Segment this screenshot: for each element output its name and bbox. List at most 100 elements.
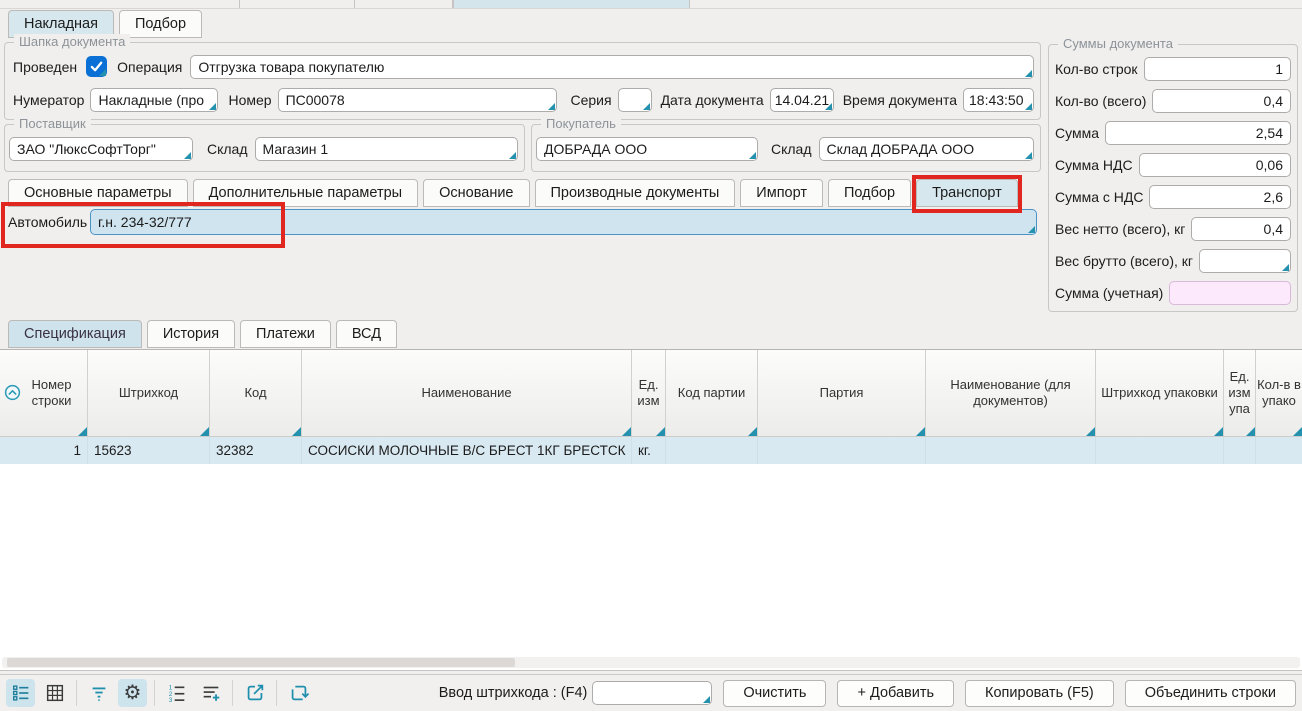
- cell-name: СОСИСКИ МОЛОЧНЫЕ В/С БРЕСТ 1КГ БРЕСТСК: [302, 437, 632, 464]
- supplier-group: Поставщик ЗАО "ЛюксСофтТорг" Склад Магаз…: [4, 124, 525, 172]
- cell-pack-barcode: [1096, 437, 1224, 464]
- sum-with-vat-label: Сумма с НДС: [1055, 189, 1143, 205]
- tab-dopolnitelnye-parametry[interactable]: Дополнительные параметры: [193, 179, 419, 207]
- gross-weight-field[interactable]: [1199, 249, 1291, 273]
- col-doc-name[interactable]: Наименование (для документов): [926, 350, 1096, 436]
- car-input[interactable]: г.н. 234-32/777: [90, 209, 1037, 235]
- tab-podbor-params[interactable]: Подбор: [828, 179, 911, 207]
- open-external-icon-button[interactable]: [240, 679, 269, 707]
- buyer-sklad-input[interactable]: Склад ДОБРАДА ООО: [819, 137, 1034, 161]
- cell-unit: кг.: [632, 437, 666, 464]
- operation-label: Операция: [117, 59, 182, 75]
- tab-transport[interactable]: Транспорт: [916, 179, 1018, 207]
- open-external-icon: [244, 682, 266, 704]
- buyer-group: Покупатель ДОБРАДА ООО Склад Склад ДОБРА…: [531, 124, 1041, 172]
- doc-time-input[interactable]: 18:43:50: [963, 88, 1034, 112]
- clear-button[interactable]: Очистить: [723, 680, 826, 707]
- list-view-icon: [10, 682, 32, 704]
- numbered-list-icon-button[interactable]: 1 2 3: [162, 679, 191, 707]
- tab-istoriya[interactable]: История: [147, 320, 235, 348]
- accounting-sum-field[interactable]: [1169, 281, 1291, 305]
- numbered-list-icon: 1 2 3: [166, 682, 188, 704]
- col-name[interactable]: Наименование: [302, 350, 632, 436]
- tab-osnovanie[interactable]: Основание: [423, 179, 529, 207]
- cell-batch: [758, 437, 926, 464]
- sum-field[interactable]: 2,54: [1105, 121, 1291, 145]
- sum-with-vat-field[interactable]: 2,6: [1149, 185, 1291, 209]
- list-view-icon-button[interactable]: [6, 679, 35, 707]
- series-input[interactable]: [618, 88, 652, 112]
- net-weight-field[interactable]: 0,4: [1191, 217, 1291, 241]
- cell-pack-qty: [1256, 437, 1302, 464]
- table-row[interactable]: 1 15623 32382 СОСИСКИ МОЛОЧНЫЕ В/С БРЕСТ…: [0, 437, 1302, 464]
- gross-weight-label: Вес брутто (всего), кг: [1055, 253, 1193, 269]
- tab-import[interactable]: Импорт: [740, 179, 823, 207]
- sum-vat-field[interactable]: 0,06: [1139, 153, 1291, 177]
- supplier-input[interactable]: ЗАО "ЛюксСофтТорг": [9, 137, 193, 161]
- settings-icon-button[interactable]: ⚙: [118, 679, 147, 707]
- net-weight-label: Вес нетто (всего), кг: [1055, 221, 1185, 237]
- col-pack-unit[interactable]: Ед. изм упа: [1224, 350, 1256, 436]
- car-label: Автомобиль: [8, 214, 87, 230]
- horizontal-scrollbar[interactable]: [2, 657, 1300, 668]
- check-icon: [89, 59, 104, 74]
- proveden-checkbox[interactable]: [86, 56, 107, 77]
- header-group-legend: Шапка документа: [14, 34, 130, 49]
- sums-group: Суммы документа Кол-во строк 1 Кол-во (в…: [1048, 44, 1298, 312]
- supplier-sklad-label: Склад: [207, 141, 248, 157]
- barcode-input[interactable]: [592, 681, 712, 705]
- lines-count-field[interactable]: 1: [1144, 57, 1291, 81]
- supplier-sklad-input[interactable]: Магазин 1: [255, 137, 518, 161]
- col-row-number[interactable]: Номер строки: [0, 350, 88, 436]
- doc-time-label: Время документа: [843, 92, 957, 108]
- col-code[interactable]: Код: [210, 350, 302, 436]
- add-button[interactable]: + Добавить: [837, 680, 954, 707]
- doc-date-input[interactable]: 14.04.21: [770, 88, 834, 112]
- header-group: Шапка документа Проведен Операция Отгруз…: [4, 42, 1041, 120]
- doc-date-label: Дата документа: [661, 92, 764, 108]
- col-barcode[interactable]: Штрихкод: [88, 350, 210, 436]
- spec-table: Номер строки Штрихкод Код Наименование Е…: [0, 349, 1302, 671]
- add-row-icon: [200, 682, 222, 704]
- invoice-window: Накладная Подбор Шапка документа Проведе…: [0, 0, 1302, 711]
- numerator-input[interactable]: Накладные (про: [90, 88, 218, 112]
- tab-vsd[interactable]: ВСД: [336, 320, 397, 348]
- add-row-icon-button[interactable]: [196, 679, 225, 707]
- tab-platezhi[interactable]: Платежи: [240, 320, 331, 348]
- filter-icon-button[interactable]: [84, 679, 113, 707]
- svg-text:3: 3: [168, 697, 172, 704]
- operation-input[interactable]: Отгрузка товара покупателю: [190, 55, 1034, 79]
- col-pack-qty[interactable]: Кол-в в упако: [1256, 350, 1302, 436]
- parent-tab-active-partial: [453, 0, 690, 8]
- number-input[interactable]: ПС00078: [278, 88, 558, 112]
- numerator-label: Нумератор: [13, 92, 84, 108]
- tab-podbor[interactable]: Подбор: [119, 10, 202, 38]
- tab-osnovnye-parametry[interactable]: Основные параметры: [8, 179, 188, 207]
- merge-rows-button[interactable]: Объединить строки: [1125, 680, 1296, 707]
- parent-tab-partial: [240, 0, 355, 8]
- filter-icon: [88, 682, 110, 704]
- col-batch[interactable]: Партия: [758, 350, 926, 436]
- parent-tab-partial: [0, 0, 240, 8]
- bottom-toolbar: ⚙ 1 2 3: [0, 674, 1302, 711]
- cell-code: 32382: [210, 437, 302, 464]
- table-header: Номер строки Штрихкод Код Наименование Е…: [0, 350, 1302, 437]
- refresh-icon-button[interactable]: [284, 679, 313, 707]
- parent-tab-partial: [355, 0, 453, 8]
- col-batch-code[interactable]: Код партии: [666, 350, 758, 436]
- cell-doc-name: [926, 437, 1096, 464]
- sort-ascending-icon[interactable]: [4, 384, 21, 405]
- grid-view-icon: [44, 682, 66, 704]
- tab-proizvodnye-dokumenty[interactable]: Производные документы: [535, 179, 736, 207]
- series-label: Серия: [570, 92, 611, 108]
- buyer-input[interactable]: ДОБРАДА ООО: [536, 137, 758, 161]
- toolbar-separator: [276, 680, 277, 706]
- col-unit[interactable]: Ед. изм: [632, 350, 666, 436]
- qty-total-field[interactable]: 0,4: [1152, 89, 1291, 113]
- horizontal-scrollbar-thumb[interactable]: [7, 658, 515, 667]
- tab-specifikaciya[interactable]: Спецификация: [8, 320, 142, 348]
- copy-button[interactable]: Копировать (F5): [965, 680, 1114, 707]
- grid-view-icon-button[interactable]: [40, 679, 69, 707]
- barcode-label: Ввод штрихкода : (F4): [439, 685, 588, 701]
- col-pack-barcode[interactable]: Штрихкод упаковки: [1096, 350, 1224, 436]
